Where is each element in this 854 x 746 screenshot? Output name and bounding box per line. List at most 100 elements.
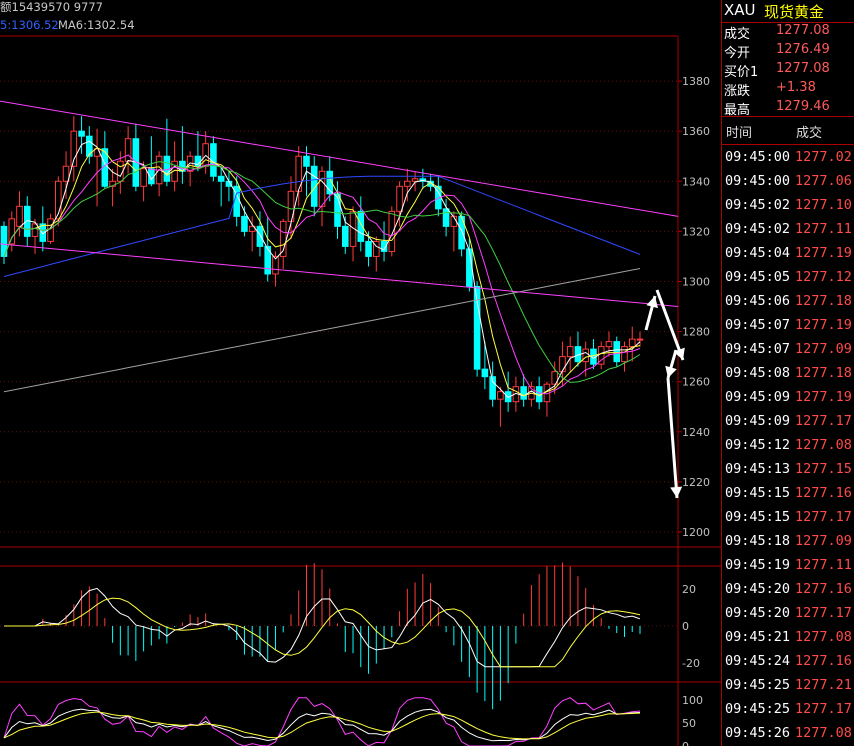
tick-row[interactable]: 09:45:20 1277.17	[722, 601, 854, 625]
tick-row[interactable]: 09:45:12 1277.08	[722, 433, 854, 457]
candle-up	[124, 138, 132, 162]
tick-time: 09:45:13	[725, 461, 791, 477]
candle-up	[636, 338, 644, 341]
candle-up	[621, 346, 628, 363]
channel-lower-line	[0, 243, 679, 308]
tick-time: 09:45:15	[725, 509, 791, 525]
tick-row[interactable]: 09:45:06 1277.18	[722, 289, 854, 313]
tick-time: 09:45:07	[725, 317, 791, 333]
candle-up	[559, 356, 566, 373]
tick-price: 1277.21	[795, 677, 852, 693]
quote-field: 最高 1279.46	[722, 98, 854, 118]
tick-price: 1277.11	[795, 557, 852, 573]
candle-up	[8, 218, 16, 245]
tick-row[interactable]: 09:45:02 1277.10	[722, 193, 854, 217]
candle-down	[442, 208, 450, 227]
tick-row[interactable]: 09:45:20 1277.16	[722, 577, 854, 601]
candle-down	[466, 248, 473, 287]
quote-field-value: 1279.46	[776, 99, 830, 114]
tick-time: 09:45:25	[725, 701, 791, 717]
tick-time: 09:45:08	[725, 365, 791, 381]
tick-row[interactable]: 09:45:07 1277.09	[722, 337, 854, 361]
tick-row[interactable]: 09:45:05 1277.12	[722, 265, 854, 289]
tick-row[interactable]: 09:45:09 1277.19	[722, 385, 854, 409]
tick-price: 1277.06	[795, 173, 852, 189]
quote-title: XAU 现货黄金	[722, 0, 854, 22]
tick-price: 1277.18	[795, 365, 852, 381]
y-tick-label: 1240	[682, 426, 710, 439]
tick-time: 09:45:25	[725, 677, 791, 693]
quote-field-label: 成交	[724, 27, 751, 42]
candle-up	[388, 210, 396, 252]
tick-row[interactable]: 09:45:09 1277.17	[722, 409, 854, 433]
tick-price: 1277.09	[795, 341, 852, 357]
tick-time: 09:45:07	[725, 341, 791, 357]
kdj-tick-label: 100	[682, 694, 703, 707]
tick-row[interactable]: 09:45:19 1277.11	[722, 553, 854, 577]
tick-time: 09:45:15	[725, 485, 791, 501]
tick-time: 09:45:09	[725, 413, 791, 429]
annotation-arrow	[666, 377, 679, 499]
candle-down	[256, 225, 264, 247]
y-tick-label: 1380	[682, 75, 710, 88]
candle-down	[481, 368, 489, 378]
tick-row[interactable]: 09:45:13 1277.15	[722, 457, 854, 481]
tick-price: 1277.12	[795, 269, 852, 285]
tick-time: 09:45:26	[725, 725, 791, 741]
kdj-k-line	[3, 708, 641, 742]
tick-row[interactable]: 09:45:21 1277.08	[722, 625, 854, 649]
tick-row[interactable]: 09:45:18 1277.09	[722, 529, 854, 553]
tick-row[interactable]: 09:45:02 1277.11	[722, 217, 854, 241]
tick-price: 1277.17	[795, 413, 852, 429]
tick-row[interactable]: 09:45:04 1277.19	[722, 241, 854, 265]
quote-field: 成交 1277.08	[722, 22, 854, 42]
tick-row[interactable]: 09:45:15 1277.16	[722, 481, 854, 505]
ticks-header-time: 时间	[726, 126, 753, 141]
candle-down	[217, 175, 225, 182]
tick-row[interactable]: 09:45:00 1277.02	[722, 145, 854, 169]
candle-down	[241, 215, 248, 232]
candle-down	[86, 135, 93, 157]
tick-row[interactable]: 09:45:07 1277.19	[722, 313, 854, 337]
tick-time: 09:45:02	[725, 221, 791, 237]
tick-time: 09:45:02	[725, 197, 791, 213]
tick-time: 09:45:24	[725, 653, 791, 669]
tick-price: 1277.11	[795, 221, 852, 237]
tick-time: 09:45:19	[725, 557, 791, 573]
tick-price: 1277.19	[795, 317, 852, 333]
tick-row[interactable]: 09:45:26 1277.08	[722, 721, 854, 745]
tick-price: 1277.08	[795, 629, 852, 645]
candle-up	[497, 391, 504, 400]
tick-price: 1277.02	[795, 149, 852, 165]
tick-price: 1277.16	[795, 581, 852, 597]
kdj-tick-label: 0	[682, 740, 689, 746]
candle-down	[78, 130, 85, 137]
ma-gray-line	[3, 268, 641, 393]
quote-field-label: 涨跌	[724, 84, 751, 99]
tick-time: 09:45:18	[725, 533, 791, 549]
y-tick-label: 1300	[682, 275, 710, 288]
tick-price: 1277.17	[795, 701, 852, 717]
tick-time: 09:45:00	[725, 149, 791, 165]
tick-price: 1277.17	[795, 509, 852, 525]
tick-row[interactable]: 09:45:25 1277.21	[722, 673, 854, 697]
tick-row[interactable]: 09:45:08 1277.18	[722, 361, 854, 385]
candle-down	[520, 386, 527, 400]
quote-field: 涨跌 +1.38	[722, 79, 854, 99]
tick-row[interactable]: 09:45:25 1277.17	[722, 697, 854, 721]
y-tick-label: 1280	[682, 326, 710, 339]
kline-chart[interactable]: 1380 1360 1340 1320 1300 1280 1260 1240 1220 1200…	[0, 0, 722, 746]
y-tick-label: 1320	[682, 225, 710, 238]
candle-down	[264, 245, 272, 275]
candle-up	[582, 348, 590, 363]
tick-row[interactable]: 09:45:24 1277.16	[722, 649, 854, 673]
y-tick-label: 1220	[682, 476, 710, 489]
tick-time: 09:45:09	[725, 389, 791, 405]
y-tick-label: 1340	[682, 175, 710, 188]
annotation-arrowhead	[646, 296, 658, 309]
quote-field: 今开 1276.49	[722, 41, 854, 61]
tick-price: 1277.19	[795, 389, 852, 405]
y-tick-label: 1360	[682, 125, 710, 138]
tick-row[interactable]: 09:45:15 1277.17	[722, 505, 854, 529]
tick-row[interactable]: 09:45:00 1277.06	[722, 169, 854, 193]
